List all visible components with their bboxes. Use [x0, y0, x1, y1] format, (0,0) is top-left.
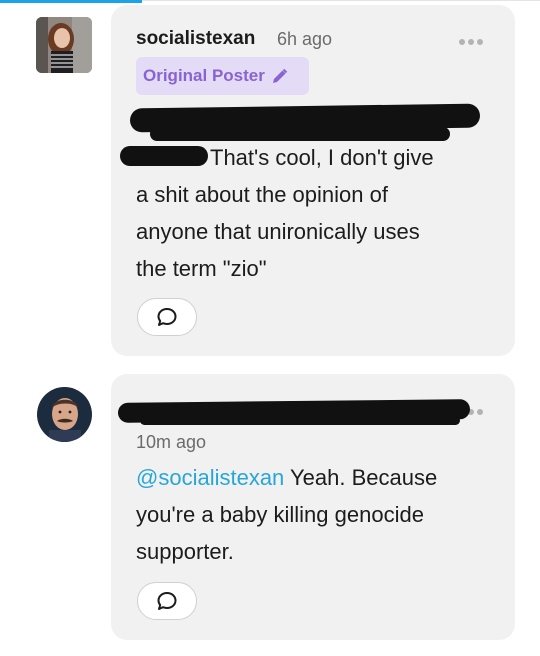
comment-text-fragment: Yeah. Because	[284, 465, 438, 490]
comment-timestamp: 10m ago	[136, 432, 207, 452]
comment-body: That's cool, I don't give a shit about t…	[136, 139, 434, 287]
comment-line: you're a baby killing genocide	[136, 502, 424, 527]
reply-button[interactable]	[137, 582, 197, 620]
original-poster-badge: Original Poster	[136, 57, 309, 95]
comment-line: @socialistexan Yeah. Because	[136, 459, 437, 496]
avatar-commenter[interactable]	[37, 387, 92, 442]
user-mention-link[interactable]: @socialistexan	[136, 465, 284, 490]
avatar-image	[37, 387, 92, 442]
avatar-socialistexan[interactable]	[36, 17, 92, 73]
speech-bubble-icon	[157, 308, 177, 326]
speech-bubble-icon	[157, 592, 177, 610]
redaction-scribble	[140, 416, 460, 425]
comment-line: the term "zio"	[136, 256, 267, 281]
avatar-image	[36, 17, 92, 73]
comment-line: anyone that unironically uses	[136, 219, 420, 244]
comment-line: That's cool, I don't give	[210, 145, 434, 170]
comment-body: @socialistexan Yeah. Because you're a ba…	[136, 459, 437, 570]
pencil-icon	[272, 68, 288, 83]
top-progress-bar	[0, 0, 142, 3]
comment-line: a shit about the opinion of	[136, 182, 388, 207]
comment-username[interactable]: socialistexan	[136, 28, 255, 50]
comment-timestamp: 6h ago	[277, 29, 333, 49]
top-divider	[142, 0, 540, 1]
reply-button[interactable]	[137, 298, 197, 336]
original-poster-label: Original Poster	[143, 66, 265, 85]
more-options-icon[interactable]	[459, 39, 483, 45]
comment-line: supporter.	[136, 539, 234, 564]
